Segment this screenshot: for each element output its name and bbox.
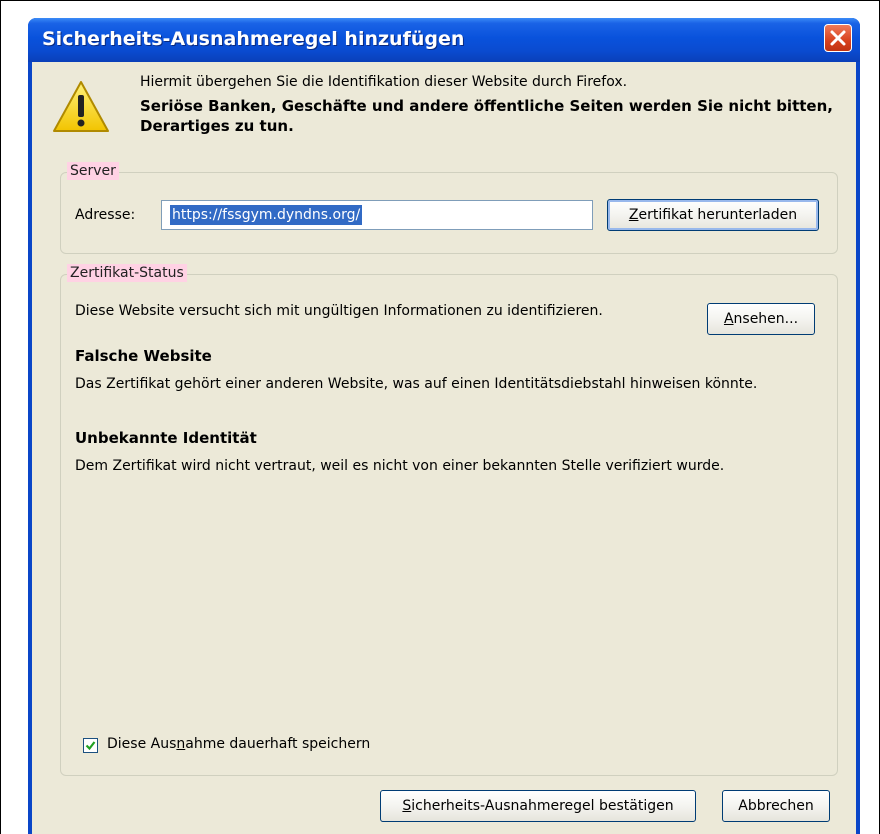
wrong-site-text: Das Zertifikat gehört einer anderen Webs…	[75, 376, 758, 392]
view-button-accel: A	[723, 311, 734, 327]
permanent-exception-label[interactable]: Diese Ausnahme dauerhaft speichern	[107, 736, 370, 752]
view-button-label: nsehen...	[733, 311, 799, 327]
address-input[interactable]: https://fssgym.dyndns.org/	[161, 200, 593, 230]
permanent-label-pre: Diese Aus	[107, 736, 177, 752]
address-label: Adresse:	[75, 207, 136, 223]
view-certificate-button[interactable]: Ansehen...	[707, 303, 815, 335]
wrong-site-heading: Falsche Website	[75, 347, 212, 365]
checkmark-icon	[85, 741, 96, 751]
dialog-body: Hiermit übergehen Sie die Identifikation…	[32, 62, 856, 834]
server-group-legend: Server	[67, 162, 119, 180]
download-button-label: ertifikat herunterladen	[638, 207, 798, 223]
dialog-window: Sicherheits-Ausnahmeregel hinzufügen Hie…	[28, 18, 860, 834]
intro-warning-text: Seriöse Banken, Geschäfte und andere öff…	[140, 97, 833, 135]
close-button[interactable]	[824, 24, 852, 52]
server-group: Server Adresse: https://fssgym.dyndns.or…	[60, 162, 838, 254]
cancel-button[interactable]: Abbrechen	[722, 790, 830, 822]
permanent-label-post: ahme dauerhaft speichern	[185, 736, 371, 752]
title-bar[interactable]: Sicherheits-Ausnahmeregel hinzufügen	[28, 18, 860, 62]
confirm-button-accel: S	[402, 798, 412, 814]
confirm-exception-button[interactable]: Sicherheits-Ausnahmeregel bestätigen	[380, 790, 696, 822]
certificate-status-legend: Zertifikat-Status	[67, 264, 187, 282]
unknown-identity-heading: Unbekannte Identität	[75, 429, 257, 447]
unknown-identity-text: Dem Zertifikat wird nicht vertraut, weil…	[75, 458, 725, 474]
download-certificate-button[interactable]: Zertifikat herunterladen	[607, 199, 819, 231]
warning-triangle-icon	[53, 81, 109, 132]
close-icon	[830, 30, 846, 46]
permanent-exception-checkbox[interactable]	[83, 738, 98, 753]
window-title: Sicherheits-Ausnahmeregel hinzufügen	[42, 28, 465, 50]
intro-text: Hiermit übergehen Sie die Identifikation…	[140, 74, 628, 90]
address-value: https://fssgym.dyndns.org/	[170, 205, 363, 225]
confirm-button-label: icherheits-Ausnahmeregel bestätigen	[411, 798, 674, 814]
certificate-status-group: Zertifikat-Status Diese Website versucht…	[60, 264, 838, 776]
permanent-label-accel: n	[176, 736, 186, 752]
status-summary: Diese Website versucht sich mit ungültig…	[75, 303, 603, 319]
